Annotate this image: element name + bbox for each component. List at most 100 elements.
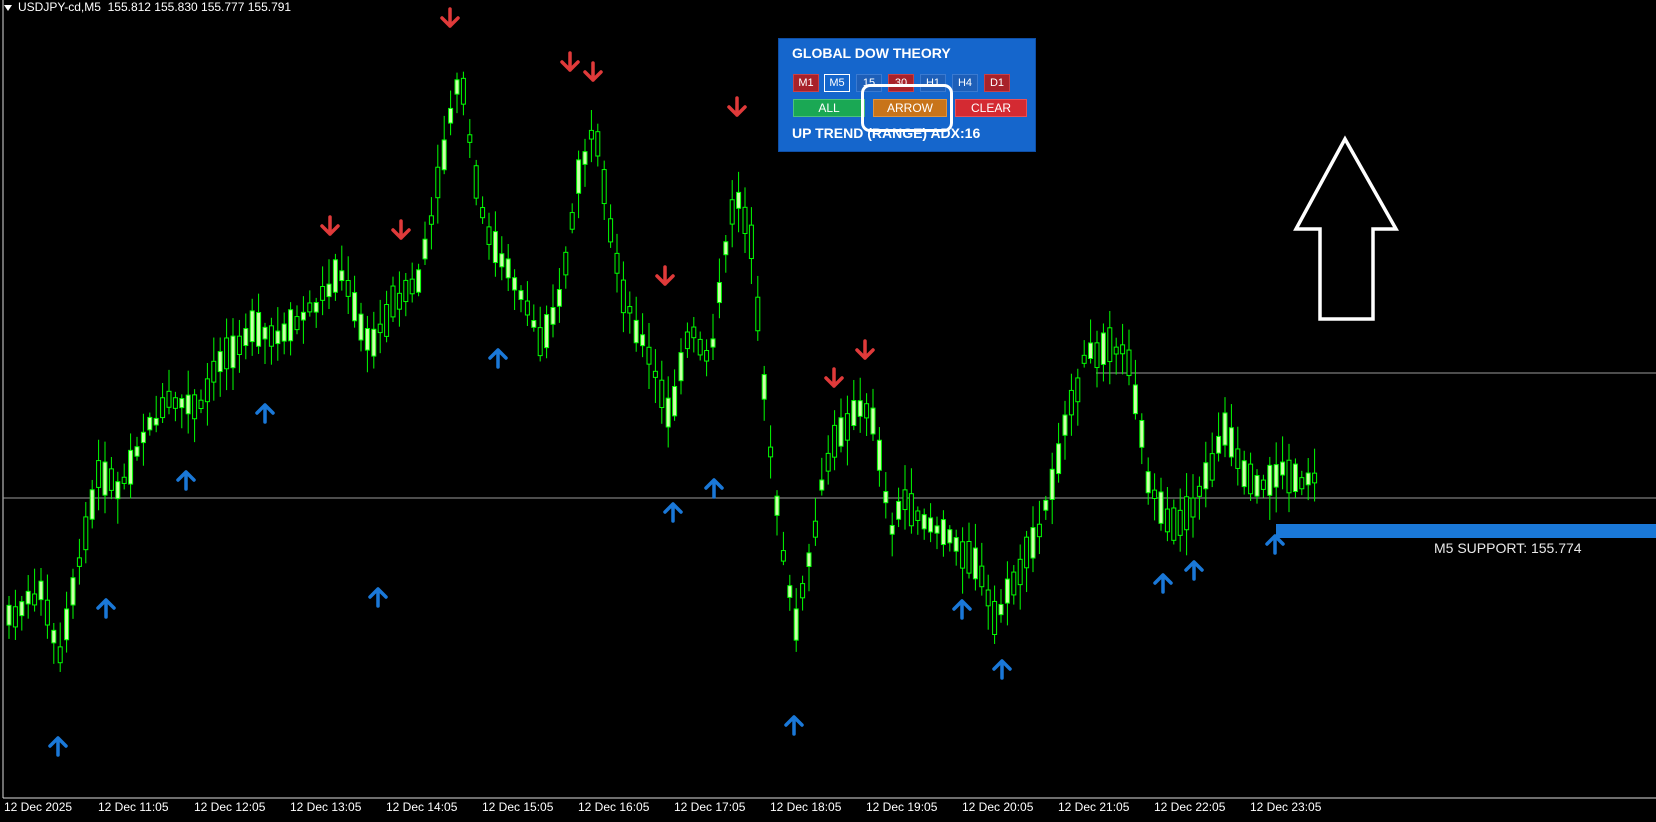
candle-body xyxy=(409,278,415,295)
candle-body xyxy=(1094,342,1100,369)
candle-body xyxy=(480,207,486,219)
candle-body xyxy=(160,397,166,419)
down-arrow-icon xyxy=(727,96,747,117)
candle-body xyxy=(19,601,25,617)
candle-body xyxy=(748,224,754,260)
candle-body xyxy=(524,300,530,316)
candle-body xyxy=(1235,448,1241,469)
candle-body xyxy=(377,323,383,334)
candle-body xyxy=(966,540,972,574)
candle-body xyxy=(51,629,57,644)
big-up-arrow-icon xyxy=(1293,135,1400,321)
timeframe-button-m5[interactable]: M5 xyxy=(824,74,850,92)
candle-body xyxy=(96,460,102,488)
up-arrow-icon xyxy=(368,587,388,608)
clear-button[interactable]: CLEAR xyxy=(955,99,1027,117)
candle-body xyxy=(166,390,172,408)
all-button[interactable]: ALL xyxy=(793,99,865,117)
collapse-triangle-icon[interactable] xyxy=(4,4,12,11)
candle-body xyxy=(608,218,614,243)
candle-body xyxy=(275,330,281,345)
candle-body xyxy=(652,370,658,378)
candle-body xyxy=(134,446,140,457)
candle-body xyxy=(838,417,844,447)
candle-body xyxy=(1004,578,1010,604)
candle-body xyxy=(403,279,409,303)
candle-body xyxy=(1190,497,1196,518)
candle-body xyxy=(633,319,639,344)
candle-body xyxy=(780,550,786,562)
candle-body xyxy=(1075,377,1081,403)
candle-body xyxy=(505,258,511,279)
candle-body xyxy=(153,417,159,426)
candle-body xyxy=(454,79,460,95)
candle-body xyxy=(371,328,377,357)
candle-body xyxy=(588,129,594,140)
candle-body xyxy=(550,307,556,325)
candle-body xyxy=(921,514,927,530)
candle-body xyxy=(902,489,908,511)
up-arrow-icon xyxy=(784,715,804,736)
up-arrow-icon xyxy=(96,598,116,619)
candle-body xyxy=(710,338,716,348)
candle-body xyxy=(569,212,575,230)
timeframe-button-d1[interactable]: D1 xyxy=(984,74,1010,92)
candle-body xyxy=(876,439,882,471)
candle-body xyxy=(742,206,748,235)
candle-body xyxy=(704,350,710,362)
timeframe-button-m1[interactable]: M1 xyxy=(793,74,819,92)
candle-body xyxy=(38,580,44,601)
candle-body xyxy=(678,352,684,382)
candle-body xyxy=(940,519,946,546)
candle-body xyxy=(192,394,198,420)
time-axis-label: 12 Dec 2025 xyxy=(4,800,73,814)
time-axis-label: 12 Dec 18:05 xyxy=(770,800,842,814)
candle-body xyxy=(294,316,300,331)
candle-body xyxy=(627,306,633,314)
candle-body xyxy=(70,577,76,606)
candle-body xyxy=(1107,327,1113,363)
candle-body xyxy=(556,289,562,307)
timeframe-button-h4[interactable]: H4 xyxy=(952,74,978,92)
candle-body xyxy=(268,325,274,347)
candle-body xyxy=(1248,463,1254,495)
candle-body xyxy=(1068,389,1074,416)
candle-body xyxy=(492,231,498,264)
chart-area[interactable]: USDJPY-cd,M5 155.812 155.830 155.777 155… xyxy=(0,0,1656,822)
highlight-box xyxy=(861,84,953,132)
candle-body xyxy=(531,320,537,328)
down-arrow-icon xyxy=(824,367,844,388)
candle-body xyxy=(1062,414,1068,436)
candle-body xyxy=(89,489,95,520)
candle-body xyxy=(908,493,914,527)
candle-body xyxy=(857,400,863,417)
candle-body xyxy=(1152,489,1158,499)
candle-body xyxy=(185,394,191,415)
candle-body xyxy=(345,280,351,297)
candle-body xyxy=(172,397,178,409)
candle-body xyxy=(953,537,959,552)
candle-body xyxy=(697,338,703,356)
candle-body xyxy=(1100,332,1106,365)
candle-body xyxy=(441,139,447,171)
candle-body xyxy=(320,286,326,301)
candle-body xyxy=(1254,475,1260,497)
candle-body xyxy=(102,461,108,496)
candle-body xyxy=(576,159,582,194)
down-arrow-icon xyxy=(440,7,460,28)
candle-body xyxy=(236,335,242,355)
candle-body xyxy=(448,107,454,124)
candle-body xyxy=(32,593,38,606)
candle-body xyxy=(1088,342,1094,359)
down-arrow-icon xyxy=(583,61,603,82)
candle-body xyxy=(256,312,262,347)
candle-body xyxy=(684,331,690,350)
candle-body xyxy=(1145,471,1151,494)
up-arrow-icon xyxy=(488,348,508,369)
candle-body xyxy=(787,585,793,598)
up-arrow-icon xyxy=(663,502,683,523)
candle-body xyxy=(1120,344,1126,355)
up-arrow-icon xyxy=(992,659,1012,680)
candle-body xyxy=(25,590,31,605)
candle-body xyxy=(486,226,492,245)
